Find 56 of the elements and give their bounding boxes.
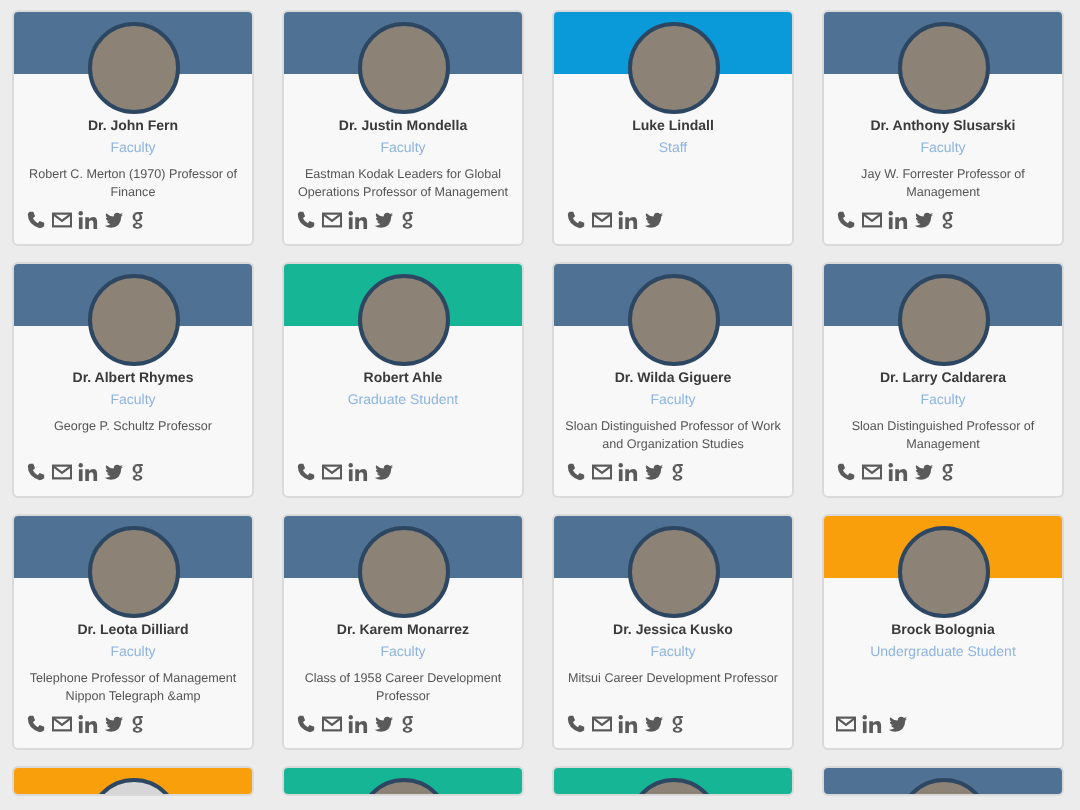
bird-icon[interactable]	[644, 714, 664, 734]
email-icon[interactable]	[52, 714, 72, 734]
linkedin-icon[interactable]	[348, 462, 368, 482]
g-logo-icon[interactable]	[130, 210, 146, 230]
email-icon[interactable]	[322, 714, 342, 734]
linkedin-icon[interactable]	[78, 462, 98, 482]
g-logo-icon[interactable]	[130, 714, 146, 734]
email-icon[interactable]	[592, 210, 612, 230]
bird-icon[interactable]	[888, 714, 908, 734]
g-logo-icon[interactable]	[130, 462, 146, 482]
linkedin-icon[interactable]	[348, 210, 368, 230]
phone-icon[interactable]	[26, 210, 46, 230]
linkedin-icon[interactable]	[78, 714, 98, 734]
g-logo-icon[interactable]	[400, 210, 416, 230]
g-logo-icon[interactable]	[940, 210, 956, 230]
phone-icon[interactable]	[296, 462, 316, 482]
linkedin-icon[interactable]	[618, 210, 638, 230]
email-icon[interactable]	[862, 462, 882, 482]
email-icon[interactable]	[322, 210, 342, 230]
phone-icon[interactable]	[836, 462, 856, 482]
bird-icon[interactable]	[644, 210, 664, 230]
g-logo-icon[interactable]	[940, 462, 956, 482]
email-icon[interactable]	[322, 462, 342, 482]
email-icon[interactable]	[52, 210, 72, 230]
phone-icon[interactable]	[566, 462, 586, 482]
bird-icon[interactable]	[104, 714, 124, 734]
email-icon[interactable]	[836, 714, 856, 734]
bird-icon[interactable]	[374, 714, 394, 734]
linkedin-icon[interactable]	[348, 714, 368, 734]
linkedin-icon[interactable]	[618, 462, 638, 482]
g-logo-icon[interactable]	[670, 714, 686, 734]
email-icon[interactable]	[592, 462, 612, 482]
phone-icon[interactable]	[26, 714, 46, 734]
linkedin-icon[interactable]	[862, 714, 882, 734]
phone-icon[interactable]	[296, 210, 316, 230]
bird-icon[interactable]	[914, 210, 934, 230]
g-logo-icon[interactable]	[400, 714, 416, 734]
bird-icon[interactable]	[374, 210, 394, 230]
email-icon[interactable]	[592, 714, 612, 734]
bird-icon[interactable]	[644, 462, 664, 482]
g-logo-icon[interactable]	[670, 462, 686, 482]
phone-icon[interactable]	[836, 210, 856, 230]
bird-icon[interactable]	[104, 462, 124, 482]
phone-icon[interactable]	[566, 714, 586, 734]
email-icon[interactable]	[862, 210, 882, 230]
phone-icon[interactable]	[26, 462, 46, 482]
linkedin-icon[interactable]	[618, 714, 638, 734]
bird-icon[interactable]	[914, 462, 934, 482]
phone-icon[interactable]	[296, 714, 316, 734]
linkedin-icon[interactable]	[888, 462, 908, 482]
linkedin-icon[interactable]	[78, 210, 98, 230]
bird-icon[interactable]	[104, 210, 124, 230]
email-icon[interactable]	[52, 462, 72, 482]
phone-icon[interactable]	[566, 210, 586, 230]
linkedin-icon[interactable]	[888, 210, 908, 230]
bird-icon[interactable]	[374, 462, 394, 482]
